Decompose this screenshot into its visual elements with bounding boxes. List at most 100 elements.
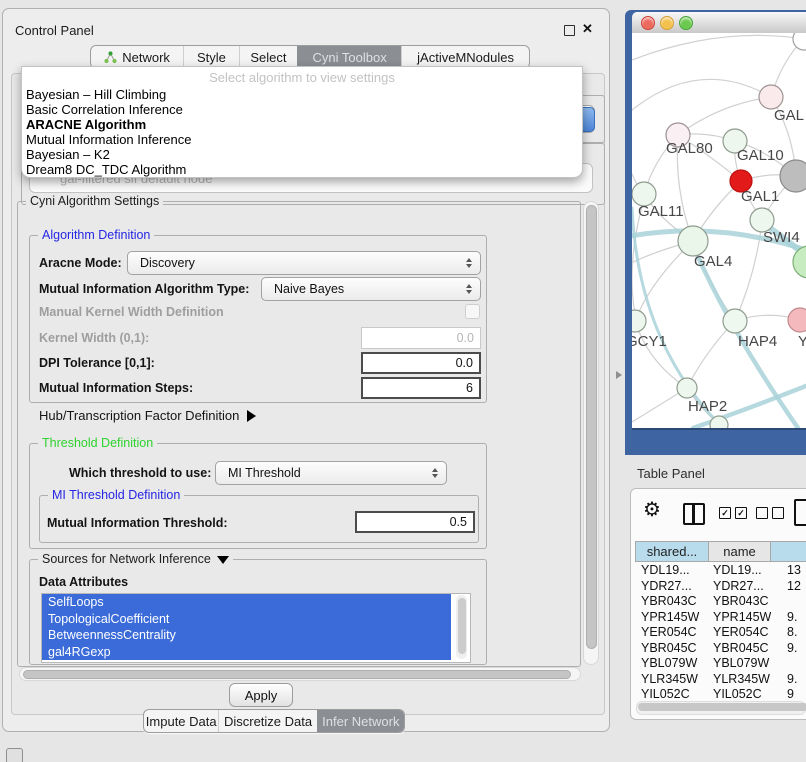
algorithm-option[interactable]: Bayesian – K2 bbox=[26, 147, 578, 162]
mi-type-label: Mutual Information Algorithm Type: bbox=[39, 282, 249, 296]
table-cell: YDR27... bbox=[635, 579, 709, 595]
manual-kernel-checkbox[interactable] bbox=[465, 304, 480, 319]
hub-section-toggle[interactable]: Hub/Transcription Factor Definition bbox=[39, 408, 256, 423]
table-hscrollbar-thumb[interactable] bbox=[638, 703, 806, 711]
network-node[interactable] bbox=[788, 308, 806, 332]
close-icon[interactable]: ✕ bbox=[582, 21, 593, 37]
network-node[interactable] bbox=[678, 226, 708, 256]
table-row[interactable]: YLR345WYLR345W9. bbox=[635, 672, 806, 688]
tab-label: Select bbox=[250, 50, 286, 65]
data-attributes-list[interactable]: SelfLoopsTopologicalCoefficientBetweenne… bbox=[41, 593, 471, 663]
algorithm-dropdown-list: Select algorithm to view settings Bayesi… bbox=[21, 66, 583, 178]
tab-impute-data[interactable]: Impute Data bbox=[144, 710, 218, 732]
table-row[interactable]: YER054CYER054C8. bbox=[635, 625, 806, 641]
network-node[interactable] bbox=[780, 160, 806, 192]
dropdown-options: Bayesian – Hill ClimbingBasic Correlatio… bbox=[26, 87, 578, 177]
float-window-icon[interactable] bbox=[564, 25, 575, 36]
node-label: GAL4 bbox=[694, 253, 732, 270]
algorithm-option[interactable]: Mutual Information Inference bbox=[26, 132, 578, 147]
tab-jactivemnodules[interactable]: jActiveMNodules bbox=[401, 46, 529, 68]
column-layout-icon[interactable] bbox=[683, 503, 705, 525]
tab-style[interactable]: Style bbox=[183, 46, 239, 68]
attribute-list-item[interactable]: BetweennessCentrality bbox=[42, 627, 451, 644]
settings-hscrollbar-thumb[interactable] bbox=[23, 670, 571, 679]
algorithm-option[interactable]: Basic Correlation Inference bbox=[26, 102, 578, 117]
network-node[interactable] bbox=[793, 33, 806, 50]
table-cell bbox=[771, 656, 806, 672]
unchecked-checkbox-icon[interactable] bbox=[756, 507, 768, 519]
table-cell: YPR145W bbox=[709, 610, 771, 626]
splitter-collapse-icon[interactable] bbox=[616, 371, 622, 379]
sources-group-title[interactable]: Sources for Network Inference bbox=[38, 552, 233, 566]
mi-threshold-group-title: MI Threshold Definition bbox=[48, 488, 184, 502]
column-header-shared-name[interactable]: shared... bbox=[635, 541, 709, 562]
settings-scrollbar-thumb[interactable] bbox=[586, 205, 597, 649]
tab-network[interactable]: Network bbox=[91, 46, 183, 68]
mi-type-combo[interactable]: Naive Bayes bbox=[261, 277, 481, 301]
table-panel-title: Table Panel bbox=[637, 466, 705, 481]
apply-button[interactable]: Apply bbox=[229, 683, 293, 707]
which-threshold-value: MI Threshold bbox=[228, 466, 301, 480]
table-cell bbox=[771, 594, 806, 610]
network-node[interactable] bbox=[793, 246, 806, 278]
gear-icon[interactable]: ⚙ bbox=[643, 497, 661, 522]
table-panel: ⚙ ✓ ✓ shared... name YDL19...YDL19...13Y… bbox=[630, 488, 806, 720]
unchecked-checkbox-icon[interactable] bbox=[772, 507, 784, 519]
node-label: GAL80 bbox=[666, 140, 713, 157]
table-row[interactable]: YBR045CYBR045C9. bbox=[635, 641, 806, 657]
hub-section-label: Hub/Transcription Factor Definition bbox=[39, 408, 239, 423]
table-row[interactable]: YDR27...YDR27...12 bbox=[635, 579, 806, 595]
aracne-mode-combo[interactable]: Discovery bbox=[127, 251, 481, 275]
which-threshold-label: Which threshold to use: bbox=[69, 466, 211, 480]
close-traffic-light[interactable] bbox=[641, 16, 655, 30]
network-canvas[interactable]: GALGAL80GAL10GAL1GAL11SWI4GAL4GCY1HAP4YH… bbox=[632, 33, 806, 428]
document-icon[interactable] bbox=[794, 499, 806, 526]
dpi-tolerance-value: 0.0 bbox=[456, 356, 473, 370]
tab-cyni-toolbox[interactable]: Cyni Toolbox bbox=[297, 46, 401, 68]
manual-kernel-label: Manual Kernel Width Definition bbox=[39, 305, 224, 319]
algorithm-option[interactable]: ARACNE Algorithm bbox=[26, 117, 578, 132]
attribute-list-item[interactable]: gal4RGexp bbox=[42, 644, 451, 661]
list-scrollbar-thumb[interactable] bbox=[458, 598, 466, 654]
table-row[interactable]: YDL19...YDL19...13 bbox=[635, 563, 806, 579]
zoom-traffic-light[interactable] bbox=[679, 16, 693, 30]
mi-steps-field[interactable]: 6 bbox=[361, 377, 481, 399]
aracne-mode-value: Discovery bbox=[140, 256, 195, 270]
panel-title: Control Panel bbox=[15, 23, 94, 38]
algorithm-option[interactable]: Dream8 DC_TDC Algorithm bbox=[26, 162, 578, 177]
table-row[interactable]: YBR043CYBR043C bbox=[635, 594, 806, 610]
tab-label: jActiveMNodules bbox=[417, 50, 514, 65]
mi-threshold-label: Mutual Information Threshold: bbox=[47, 516, 228, 530]
tab-discretize-data[interactable]: Discretize Data bbox=[218, 710, 316, 732]
tab-label: Discretize Data bbox=[224, 714, 312, 729]
settings-group-title: Cyni Algorithm Settings bbox=[26, 194, 163, 208]
network-node[interactable] bbox=[677, 378, 697, 398]
kernel-width-field[interactable]: 0.0 bbox=[361, 327, 481, 349]
tab-infer-network[interactable]: Infer Network bbox=[317, 710, 404, 732]
threshold-definition-title: Threshold Definition bbox=[38, 436, 157, 450]
table-row[interactable]: YBL079WYBL079W bbox=[635, 656, 806, 672]
table-row[interactable]: YPR145WYPR145W9. bbox=[635, 610, 806, 626]
column-header-clipped[interactable] bbox=[770, 541, 806, 562]
attribute-list-item[interactable]: TopologicalCoefficient bbox=[42, 611, 451, 628]
network-node[interactable] bbox=[710, 416, 728, 428]
network-node[interactable] bbox=[632, 310, 646, 332]
column-header-name[interactable]: name bbox=[708, 541, 771, 562]
network-window-titlebar[interactable] bbox=[632, 12, 806, 34]
checked-checkbox-icon[interactable]: ✓ bbox=[735, 507, 747, 519]
dpi-tolerance-field[interactable]: 0.0 bbox=[361, 352, 481, 374]
checked-checkbox-icon[interactable]: ✓ bbox=[719, 507, 731, 519]
tab-label: Cyni Toolbox bbox=[313, 50, 387, 65]
attribute-list-item[interactable]: SelfLoops bbox=[42, 594, 451, 611]
minimize-traffic-light[interactable] bbox=[660, 16, 674, 30]
tab-select[interactable]: Select bbox=[239, 46, 297, 68]
network-node[interactable] bbox=[723, 309, 747, 333]
network-node[interactable] bbox=[759, 85, 783, 109]
algorithm-option[interactable]: Bayesian – Hill Climbing bbox=[26, 87, 578, 102]
node-label: GAL bbox=[774, 107, 804, 124]
table-cell: YBL079W bbox=[635, 656, 709, 672]
which-threshold-combo[interactable]: MI Threshold bbox=[215, 461, 447, 485]
float-panel-icon[interactable] bbox=[6, 748, 23, 762]
apply-button-label: Apply bbox=[245, 688, 278, 703]
mi-threshold-field[interactable]: 0.5 bbox=[355, 511, 475, 533]
